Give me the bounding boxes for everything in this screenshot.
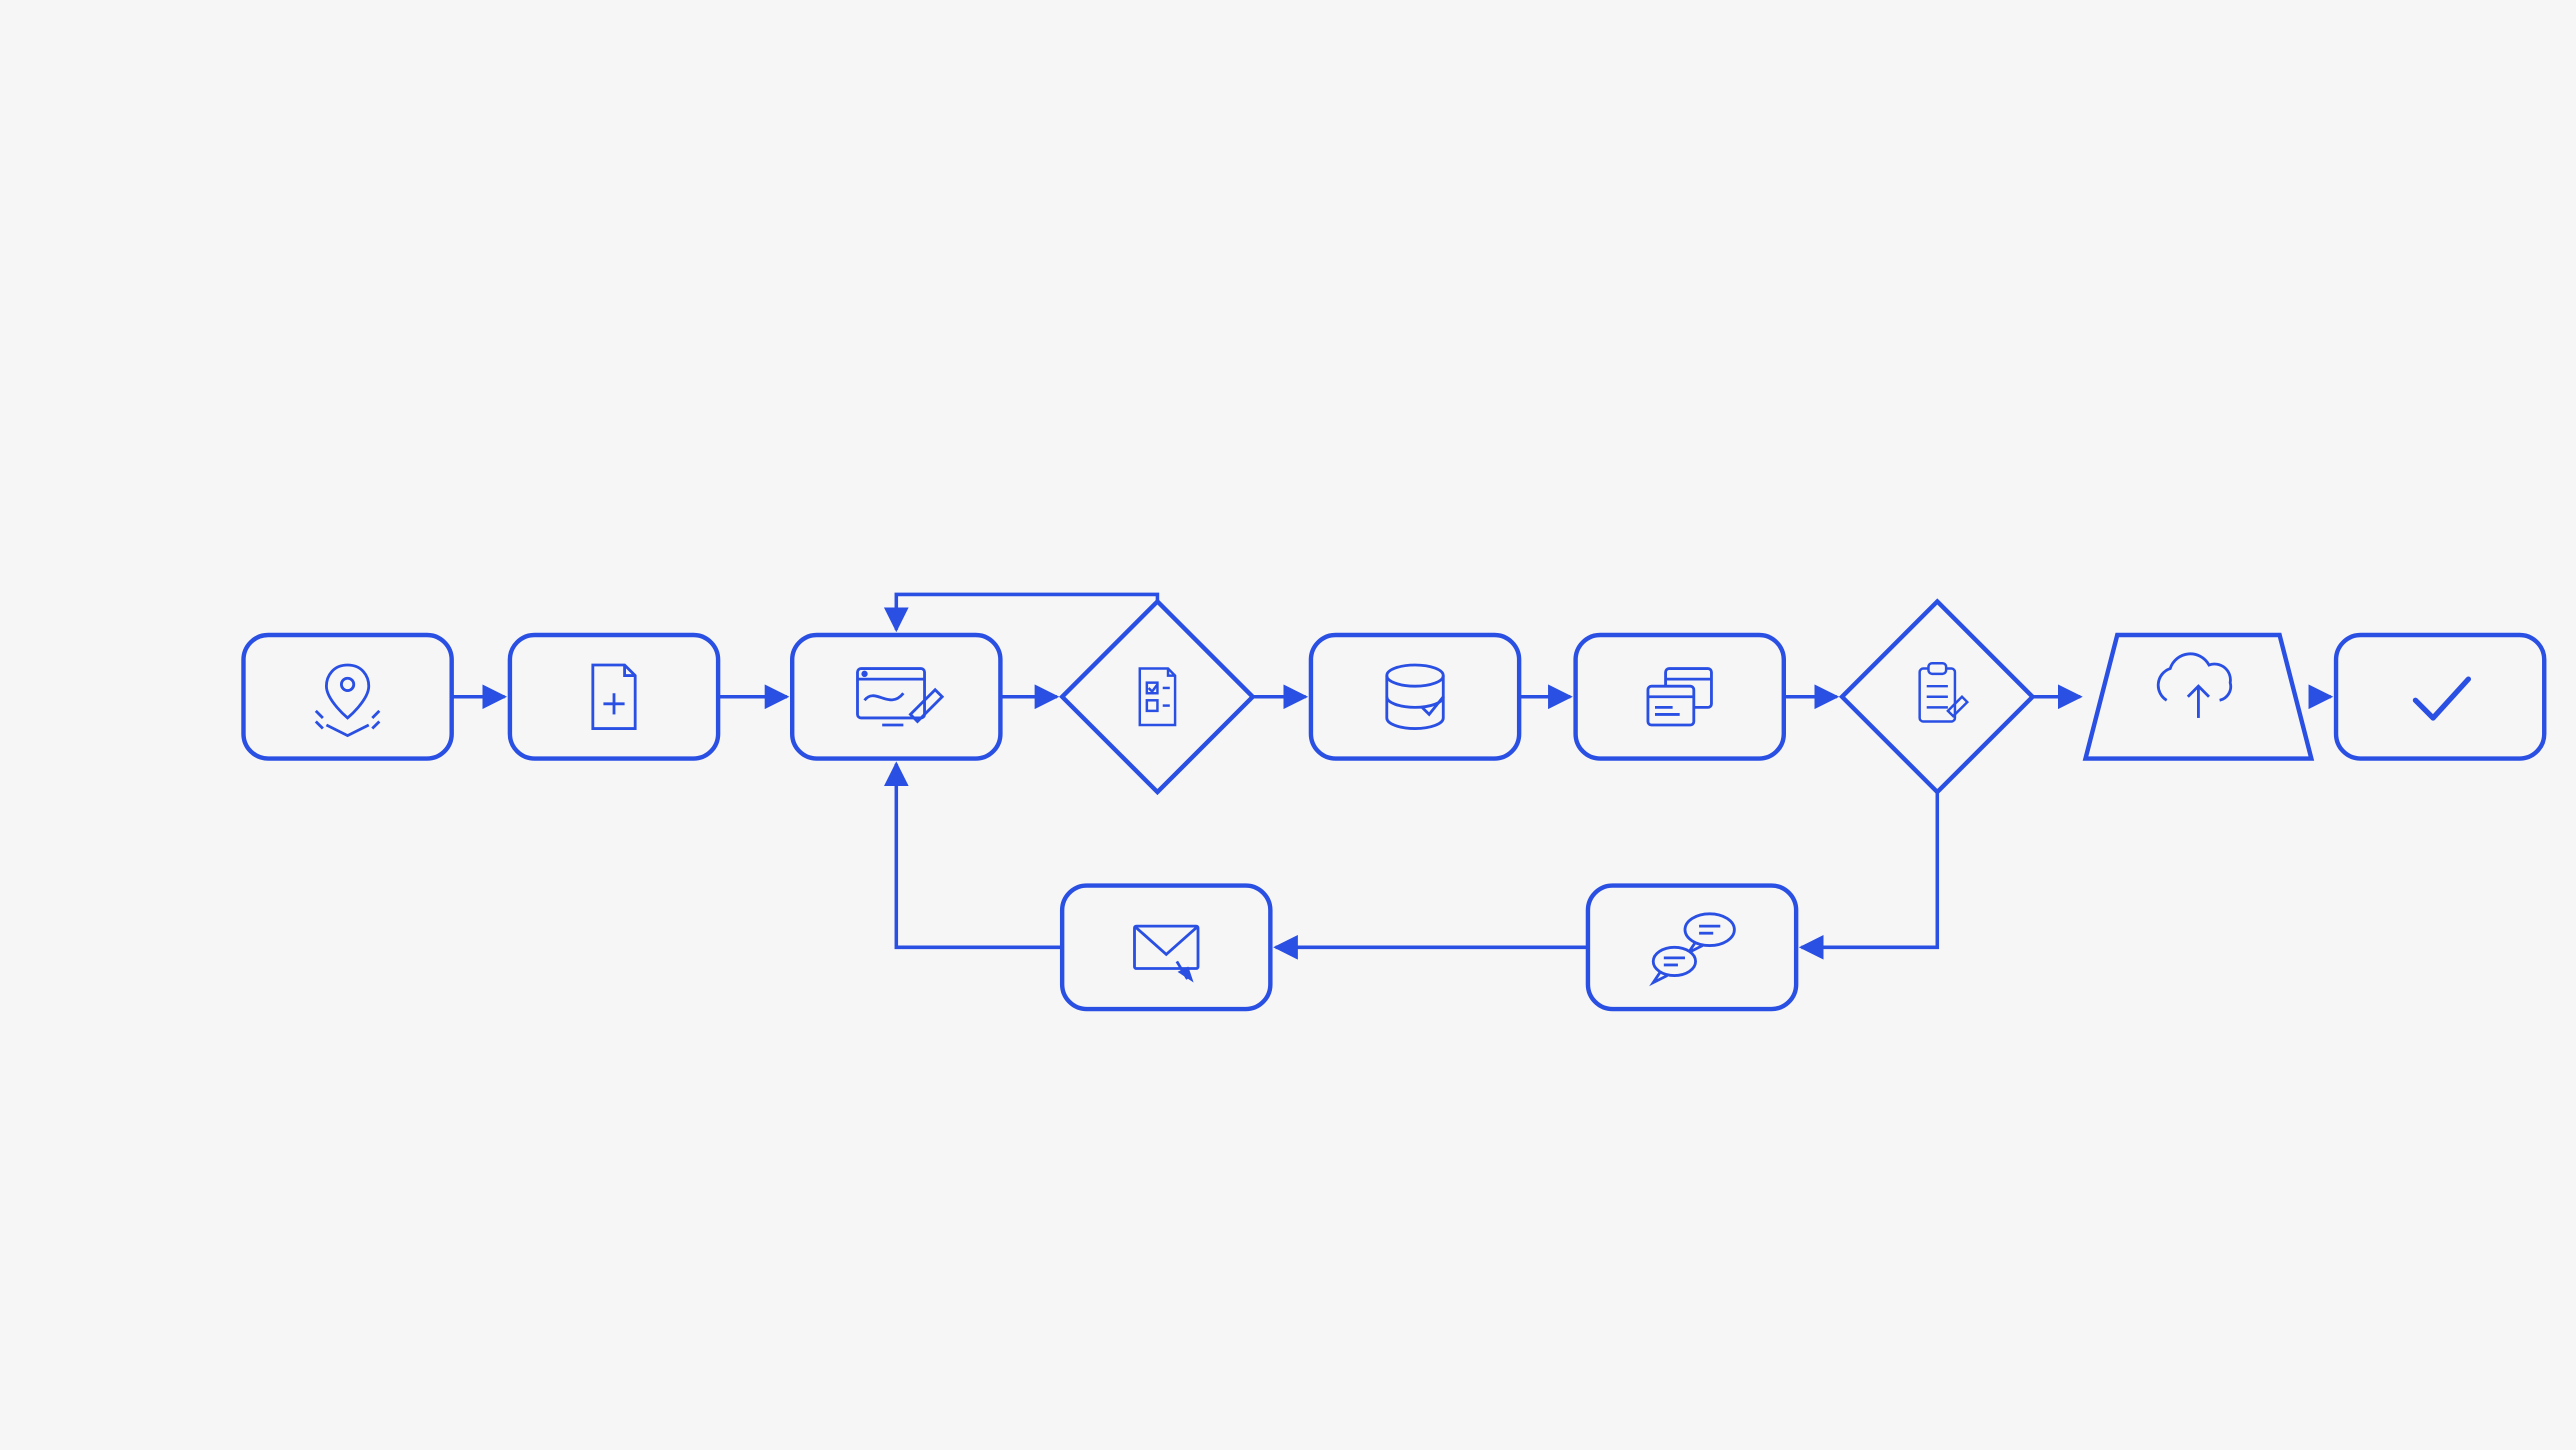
- flowchart-canvas: [0, 0, 2576, 1450]
- node-review2: [1842, 601, 2033, 792]
- node-deploy: [2086, 635, 2312, 759]
- node-design: [792, 635, 1000, 759]
- edge-notify-design: [896, 764, 1062, 947]
- node-start: [243, 635, 451, 759]
- node-store: [1311, 635, 1519, 759]
- edge-review1-design-loop: [896, 594, 1157, 629]
- node-feedback: [1588, 886, 1796, 1010]
- node-review1: [1062, 601, 1253, 792]
- node-docs: [1576, 635, 1784, 759]
- node-done: [2336, 635, 2544, 759]
- node-create: [510, 635, 718, 759]
- flowchart-svg: [0, 0, 2576, 1450]
- node-notify: [1062, 886, 1270, 1010]
- edge-review2-feedback: [1801, 792, 1937, 947]
